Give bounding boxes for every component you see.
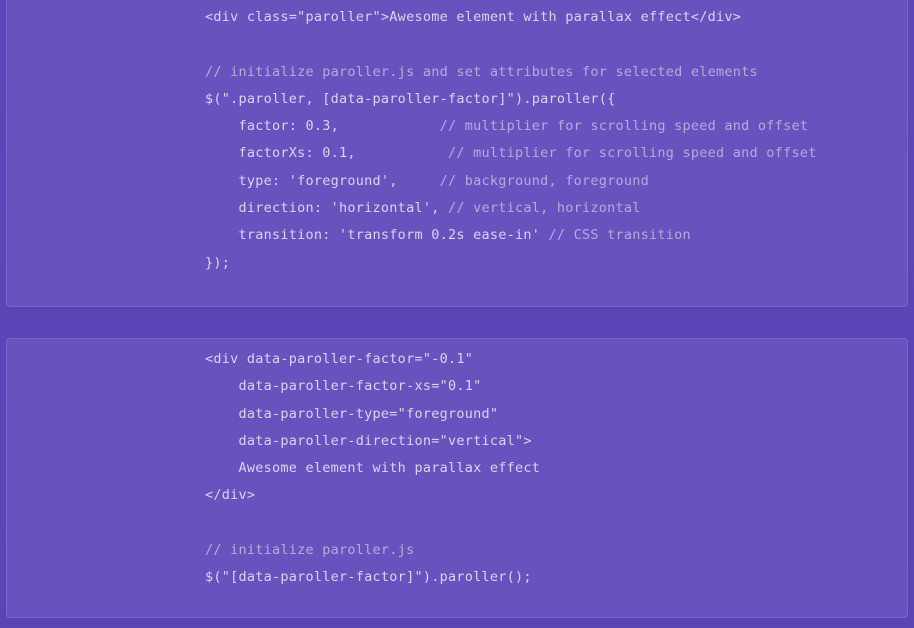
code-line: }); — [205, 250, 907, 277]
code-line: type: 'foreground', // background, foreg… — [205, 168, 907, 195]
code-line: // initialize paroller.js and set attrib… — [205, 59, 907, 86]
code-text: <div class="paroller">Awesome element wi… — [205, 9, 742, 25]
page-background: <div class="paroller">Awesome element wi… — [0, 0, 914, 628]
code-comment: // CSS transition — [548, 227, 691, 244]
code-text: $(".paroller, [data-paroller-factor]").p… — [205, 90, 616, 107]
code-line: data-paroller-direction="vertical"> — [205, 428, 907, 455]
code-text: transition: 'transform 0.2s ease-in' — [205, 227, 549, 244]
code-text: data-paroller-direction="vertical"> — [205, 432, 532, 449]
code-comment: // background, foreground — [439, 172, 650, 189]
code-comment: // initialize paroller.js and set attrib… — [205, 63, 758, 80]
code-comment: // vertical, horizontal — [447, 200, 641, 217]
code-text: $("[data-paroller-factor]").paroller(); — [205, 569, 532, 586]
code-text: factorXs: 0.1, — [205, 145, 448, 162]
code-text: <div data-paroller-factor="-0.1" — [205, 351, 474, 367]
code-line: factorXs: 0.1, // multiplier for scrolli… — [205, 140, 907, 167]
code-line: <div data-paroller-factor="-0.1" — [205, 346, 907, 373]
code-text: </div> — [205, 487, 256, 504]
code-text: type: 'foreground', — [205, 172, 440, 189]
code-text: factor: 0.3, — [205, 118, 440, 135]
code-content-block-1: <div class="paroller">Awesome element wi… — [7, 0, 907, 277]
code-comment: // multiplier for scrolling speed and of… — [439, 118, 809, 135]
code-block-paroller-data-attributes: <div data-paroller-factor="-0.1" data-pa… — [6, 338, 908, 618]
code-line: data-paroller-type="foreground" — [205, 401, 907, 428]
code-line: // initialize paroller.js — [205, 537, 907, 564]
code-text: data-paroller-type="foreground" — [205, 405, 499, 422]
code-text: data-paroller-factor-xs="0.1" — [205, 378, 482, 395]
code-content-block-2: <div data-paroller-factor="-0.1" data-pa… — [7, 339, 907, 592]
code-line: Awesome element with parallax effect — [205, 455, 907, 482]
code-line: </div> — [205, 482, 907, 509]
code-line: <div class="paroller">Awesome element wi… — [205, 4, 907, 31]
code-line: direction: 'horizontal', // vertical, ho… — [205, 195, 907, 222]
code-text: }); — [205, 254, 231, 271]
code-block-paroller-js-init: <div class="paroller">Awesome element wi… — [6, 0, 908, 307]
code-line: transition: 'transform 0.2s ease-in' // … — [205, 222, 907, 249]
code-line: $("[data-paroller-factor]").paroller(); — [205, 564, 907, 591]
code-line: data-paroller-factor-xs="0.1" — [205, 373, 907, 400]
code-line: $(".paroller, [data-paroller-factor]").p… — [205, 86, 907, 113]
code-line: factor: 0.3, // multiplier for scrolling… — [205, 113, 907, 140]
code-text: Awesome element with parallax effect — [205, 460, 541, 477]
code-text: direction: 'horizontal', — [205, 200, 448, 217]
code-comment: // initialize paroller.js — [205, 542, 415, 559]
code-comment: // multiplier for scrolling speed and of… — [447, 145, 817, 162]
